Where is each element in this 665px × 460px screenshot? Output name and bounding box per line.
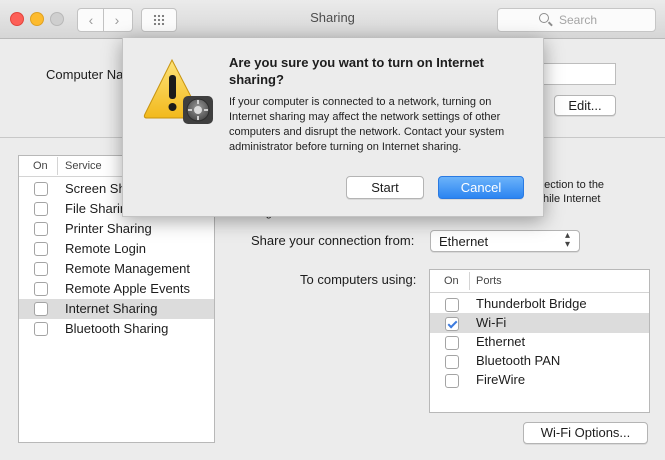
service-row-bluetooth-sharing[interactable]: Bluetooth Sharing <box>19 319 214 339</box>
service-checkbox[interactable] <box>34 202 48 216</box>
port-row-bluetooth-pan[interactable]: Bluetooth PAN <box>430 351 649 371</box>
chevron-updown-icon: ▴ ▾ <box>565 230 571 250</box>
cancel-button[interactable]: Cancel <box>438 176 524 199</box>
service-checkbox[interactable] <box>34 302 48 316</box>
to-computers-label: To computers using: <box>300 272 417 287</box>
col-separator <box>57 157 58 175</box>
service-label: Remote Management <box>65 261 191 276</box>
service-label: File Sharin <box>65 201 128 216</box>
search-field[interactable]: Search <box>497 8 656 32</box>
port-label: FireWire <box>476 372 526 387</box>
ports-list: On Ports Thunderbolt Bridge Wi-Fi Ethern… <box>429 269 650 413</box>
computer-name-label: Computer Na <box>46 67 124 82</box>
service-row-printer-sharing[interactable]: Printer Sharing <box>19 219 214 239</box>
service-label: Remote Apple Events <box>65 281 191 296</box>
forward-button[interactable]: › <box>105 9 129 31</box>
close-window-button[interactable] <box>10 12 24 26</box>
window-title: Sharing <box>310 10 355 25</box>
port-checkbox[interactable] <box>445 374 459 388</box>
minimize-window-button[interactable] <box>30 12 44 26</box>
service-row-remote-login[interactable]: Remote Login <box>19 239 214 259</box>
port-checkbox[interactable] <box>445 298 459 312</box>
col-service-header: Service <box>65 160 102 172</box>
port-row-ethernet[interactable]: Ethernet <box>430 332 649 352</box>
share-from-popup[interactable]: Ethernet ▴ ▾ <box>430 230 580 252</box>
service-label: Internet Sharing <box>65 301 158 316</box>
service-checkbox[interactable] <box>34 222 48 236</box>
dialog-message: If your computer is connected to a netwo… <box>229 96 505 153</box>
col-separator <box>469 272 470 290</box>
dialog-title: Are you sure you want to turn on Interne… <box>229 55 484 87</box>
back-button[interactable]: ‹ <box>79 9 104 31</box>
warning-icon <box>143 58 215 126</box>
ports-header: On Ports <box>430 270 649 293</box>
service-label: Remote Login <box>65 241 146 256</box>
service-label: Printer Sharing <box>65 221 152 236</box>
show-all-button[interactable] <box>141 8 177 32</box>
confirmation-sheet: Are you sure you want to turn on Interne… <box>122 38 544 217</box>
share-from-value: Ethernet <box>439 234 489 249</box>
service-row-internet-sharing[interactable]: Internet Sharing <box>19 299 214 319</box>
service-row-remote-management[interactable]: Remote Management <box>19 259 214 279</box>
computer-name-field[interactable] <box>540 63 616 85</box>
description-line-1: nection to the <box>538 179 605 191</box>
port-row-firewire[interactable]: FireWire <box>430 370 649 390</box>
wifi-options-button[interactable]: Wi-Fi Options... <box>523 422 648 444</box>
share-from-label: Share your connection from: <box>251 233 415 248</box>
ports-col-on: On <box>444 275 459 287</box>
service-checkbox[interactable] <box>34 182 48 196</box>
service-label: Bluetooth Sharing <box>65 321 169 336</box>
service-checkbox[interactable] <box>34 322 48 336</box>
port-checkbox-checked[interactable] <box>445 317 459 331</box>
port-label: Wi-Fi <box>476 315 507 330</box>
port-checkbox[interactable] <box>445 355 459 369</box>
port-row-thunderbolt-bridge[interactable]: Thunderbolt Bridge <box>430 294 649 314</box>
nav-buttons: ‹ › <box>77 8 133 32</box>
description-line-2: hile Internet <box>543 193 601 205</box>
service-row-remote-apple-events[interactable]: Remote Apple Events <box>19 279 214 299</box>
ports-col-ports: Ports <box>476 275 502 287</box>
service-checkbox[interactable] <box>34 242 48 256</box>
col-on-header: On <box>33 160 48 172</box>
start-button[interactable]: Start <box>346 176 424 199</box>
port-label: Thunderbolt Bridge <box>476 296 587 311</box>
edit-button[interactable]: Edit... <box>554 95 616 116</box>
port-label: Bluetooth PAN <box>476 353 561 368</box>
search-placeholder: Search <box>559 13 598 27</box>
port-label: Ethernet <box>476 334 526 349</box>
service-checkbox[interactable] <box>34 262 48 276</box>
service-checkbox[interactable] <box>34 282 48 296</box>
port-checkbox[interactable] <box>445 336 459 350</box>
grid-icon <box>153 14 165 26</box>
search-icon <box>539 13 549 23</box>
zoom-window-button[interactable] <box>50 12 64 26</box>
port-row-wifi[interactable]: Wi-Fi <box>430 313 649 333</box>
